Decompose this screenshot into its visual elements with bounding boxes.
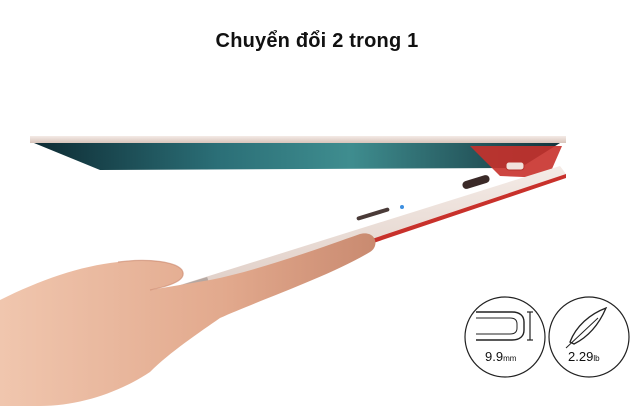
thickness-number: 9.9 xyxy=(485,349,504,364)
weight-number: 2.29 xyxy=(568,349,594,364)
weight-badge xyxy=(548,296,630,378)
laptop-lid xyxy=(30,136,566,178)
weight-unit: lb xyxy=(593,354,600,363)
weight-value: 2.29lb xyxy=(568,349,600,364)
thickness-badge xyxy=(464,296,546,378)
product-banner: Chuyển đổi 2 trong 1 9.9mm 2.29lb xyxy=(0,0,634,406)
thickness-unit: mm xyxy=(503,354,517,363)
hand-illustration xyxy=(0,233,376,406)
product-illustration xyxy=(0,136,630,406)
thickness-value: 9.9mm xyxy=(485,349,516,364)
